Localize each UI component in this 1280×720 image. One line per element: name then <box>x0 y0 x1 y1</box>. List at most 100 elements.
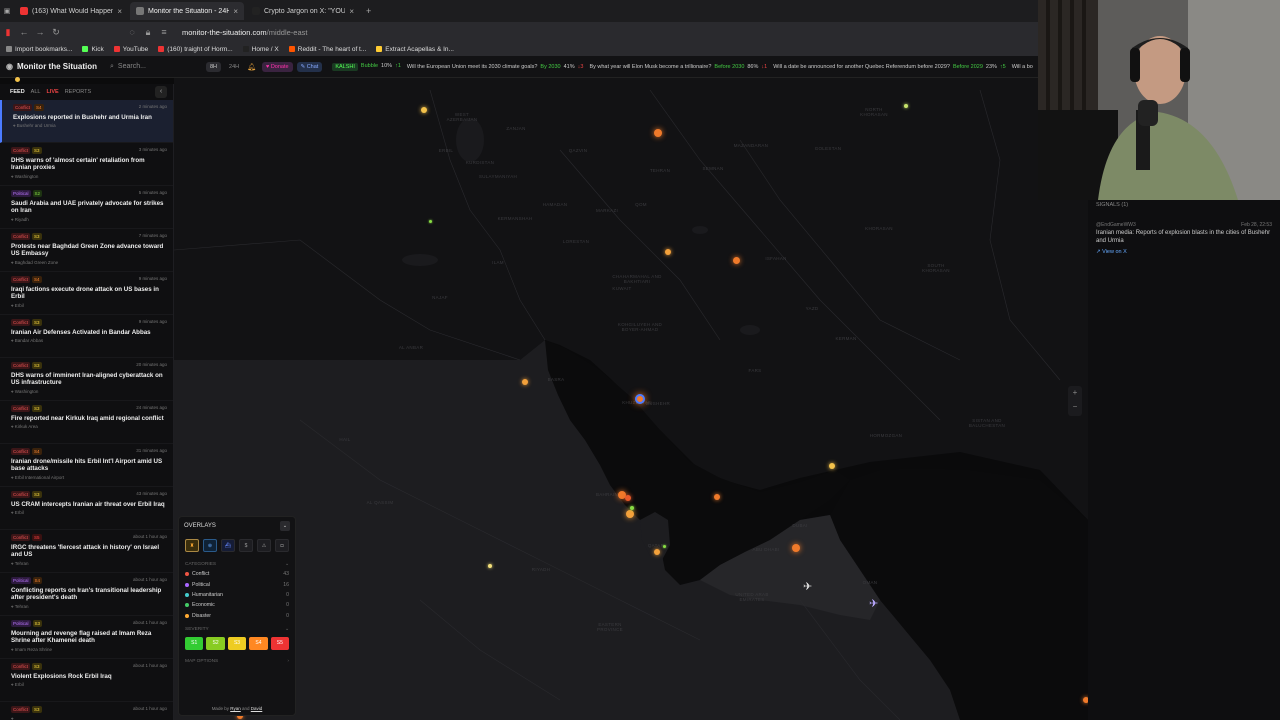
event-marker[interactable] <box>522 379 528 385</box>
feed-item[interactable]: Political S3 about 1 hour ago Mourning and … <box>0 616 173 659</box>
brand[interactable]: ◉ Monitor the Situation <box>0 62 110 71</box>
category-filter-political[interactable]: Political 16 <box>179 579 295 589</box>
author-link-david[interactable]: David <box>251 706 263 711</box>
severity-filter-s5[interactable]: S5 <box>270 636 290 650</box>
camera-icon[interactable]: ◘ <box>275 539 289 552</box>
event-marker[interactable] <box>625 495 631 501</box>
feed-item[interactable]: Conflict S3 3 minutes ago DHS warns of 'alm… <box>0 143 173 186</box>
ticker-item[interactable]: Will a date be announced for another Que… <box>773 64 1006 70</box>
tab-all[interactable]: ALL <box>31 89 41 95</box>
chat-button[interactable]: ✎ Chat <box>296 61 323 72</box>
bookmark-item[interactable]: Kick <box>82 46 104 53</box>
tab-overview-icon[interactable]: ▣ <box>0 7 14 15</box>
close-tab-icon[interactable]: × <box>349 7 354 16</box>
event-marker[interactable] <box>654 129 662 137</box>
event-marker[interactable] <box>662 544 666 548</box>
event-marker[interactable] <box>714 494 720 500</box>
view-on-x-link[interactable]: ↗ View on X <box>1088 245 1280 259</box>
range-8h-button[interactable]: 8H <box>206 61 222 72</box>
shield-icon[interactable]: ◌ <box>124 27 140 37</box>
bookmark-item[interactable]: Import bookmarks... <box>6 46 72 53</box>
bookmark-item[interactable]: YouTube <box>113 46 148 53</box>
ship-icon[interactable]: ⛴ <box>221 539 235 552</box>
bell-icon[interactable]: 🔔︎ <box>247 63 256 71</box>
event-marker[interactable] <box>421 107 427 113</box>
severity-section[interactable]: SEVERITY ⌄ <box>179 621 295 634</box>
aircraft-icon[interactable]: ✈ <box>869 597 878 610</box>
severity-filter-s1[interactable]: S1 <box>185 636 204 650</box>
reload-button[interactable]: ↻ <box>48 27 64 38</box>
search-input[interactable]: ⌕ Search... <box>110 63 206 71</box>
feed-item[interactable]: Conflict S3 43 minutes ago US CRAM intercep… <box>0 487 173 530</box>
satellite-icon[interactable]: ⊛ <box>203 539 217 552</box>
bookmark-item[interactable]: (160) traight of Horm... <box>158 46 233 53</box>
event-marker[interactable] <box>792 544 800 552</box>
severity-filter-s2[interactable]: S2 <box>206 636 225 650</box>
bookmark-item[interactable]: Extract Acapellas & In... <box>376 46 454 53</box>
map-options-section[interactable]: MAP OPTIONS › <box>179 653 295 666</box>
range-24h-button[interactable]: 24H <box>225 62 243 72</box>
close-tab-icon[interactable]: × <box>233 7 238 16</box>
browser-tab[interactable]: Crypto Jargon on X: "YOU CAN× <box>246 2 360 20</box>
severity-filter-s3[interactable]: S3 <box>227 636 247 650</box>
categories-section[interactable]: CATEGORIES ⌄ <box>179 556 295 569</box>
feed-item[interactable]: Conflict S3 20 minutes ago DHS warns of imm… <box>0 358 173 401</box>
chevron-down-icon[interactable]: ⌄ <box>280 521 290 531</box>
forward-button[interactable]: → <box>32 27 48 37</box>
donate-button[interactable]: ♥ Donate <box>262 61 293 72</box>
overlays-header[interactable]: OVERLAYS ⌄ <box>179 517 295 535</box>
category-filter-conflict[interactable]: Conflict 43 <box>179 569 295 579</box>
event-marker[interactable] <box>428 219 432 223</box>
browser-tab[interactable]: Monitor the Situation - 24H Liv× <box>130 2 244 20</box>
ticker-item[interactable]: KALSHI Bubble 10% ↑1 <box>332 62 401 71</box>
ticker-item[interactable]: By what year will Elon Musk become a tri… <box>589 64 767 70</box>
event-marker[interactable] <box>904 104 908 108</box>
aircraft-icon[interactable]: ✈ <box>803 580 812 593</box>
event-marker[interactable] <box>829 463 835 469</box>
finance-icon[interactable]: $ <box>239 539 253 552</box>
tab-reports[interactable]: REPORTS <box>65 89 92 95</box>
feed-item[interactable]: Political S2 5 minutes ago Saudi Arabia and… <box>0 186 173 229</box>
sidebar-toggle-icon[interactable]: ▮ <box>0 27 16 38</box>
event-marker[interactable] <box>732 256 740 264</box>
feed-item[interactable]: Conflict S5 about 1 hour ago IRGC threatens… <box>0 530 173 573</box>
map-canvas[interactable]: KUWAIT BAHRAIN QATAR UNITED ARAB EMIRATES EA… <box>174 78 1088 720</box>
feed-item[interactable]: Conflict S3 24 minutes ago Fire reported ne… <box>0 401 173 444</box>
close-tab-icon[interactable]: × <box>117 7 122 16</box>
new-tab-button[interactable]: + <box>366 6 371 16</box>
category-filter-economic[interactable]: Economic 0 <box>179 600 295 610</box>
event-marker[interactable] <box>488 564 492 568</box>
tab-feed[interactable]: FEED <box>10 89 25 95</box>
site-settings-icon[interactable]: ≡ <box>156 27 172 37</box>
feed-item[interactable]: Conflict S3 9 minutes ago Iranian Air Defen… <box>0 315 173 358</box>
lock-icon[interactable]: 🔒︎ <box>140 27 156 38</box>
ticker-item[interactable]: Will the European Union meet its 2030 cl… <box>407 64 584 70</box>
zoom-out-button[interactable]: − <box>1068 400 1082 414</box>
signal-handle[interactable]: @EndGameWW3 <box>1096 222 1136 228</box>
alert-icon[interactable]: ⚠ <box>257 539 271 552</box>
category-filter-disaster[interactable]: Disaster 0 <box>179 611 295 621</box>
bookmark-item[interactable]: Home / X <box>242 46 279 53</box>
military-icon[interactable]: ♜ <box>185 539 199 552</box>
ticker-item[interactable]: Will a bo <box>1012 64 1033 70</box>
feed-item[interactable]: Political S4 about 1 hour ago Conflicting r… <box>0 573 173 616</box>
feed-item[interactable]: Conflict S4 9 minutes ago Iraqi factions ex… <box>0 272 173 315</box>
url-field[interactable]: monitor-the-situation.com/middle-east <box>182 28 307 37</box>
back-button[interactable]: ← <box>16 27 32 37</box>
feed-item[interactable]: Conflict S4 31 minutes ago Iranian drone/mi… <box>0 444 173 487</box>
bookmark-item[interactable]: Reddit - The heart of t... <box>288 46 366 53</box>
feed-item[interactable]: Conflict S3 7 minutes ago Protests near Bag… <box>0 229 173 272</box>
author-link-ryan[interactable]: Ryan <box>230 706 241 711</box>
browser-tab[interactable]: (163) What Would Happen if U× <box>14 2 128 20</box>
event-marker[interactable] <box>665 249 671 255</box>
feed-item[interactable]: Conflict S4 2 minutes ago Explosions report… <box>0 100 173 143</box>
zoom-in-button[interactable]: + <box>1068 386 1082 400</box>
feed-item[interactable]: Conflict S3 about 1 hour ago Violent Explos… <box>0 659 173 702</box>
event-marker[interactable] <box>635 394 645 404</box>
event-marker[interactable] <box>654 549 660 555</box>
tab-live[interactable]: LIVE <box>46 89 58 95</box>
severity-filter-s4[interactable]: S4 <box>249 636 268 650</box>
event-marker[interactable] <box>630 506 634 510</box>
feed-item[interactable]: Conflict S3 about 1 hour ago ⌖ <box>0 702 173 720</box>
event-marker[interactable] <box>626 510 634 518</box>
